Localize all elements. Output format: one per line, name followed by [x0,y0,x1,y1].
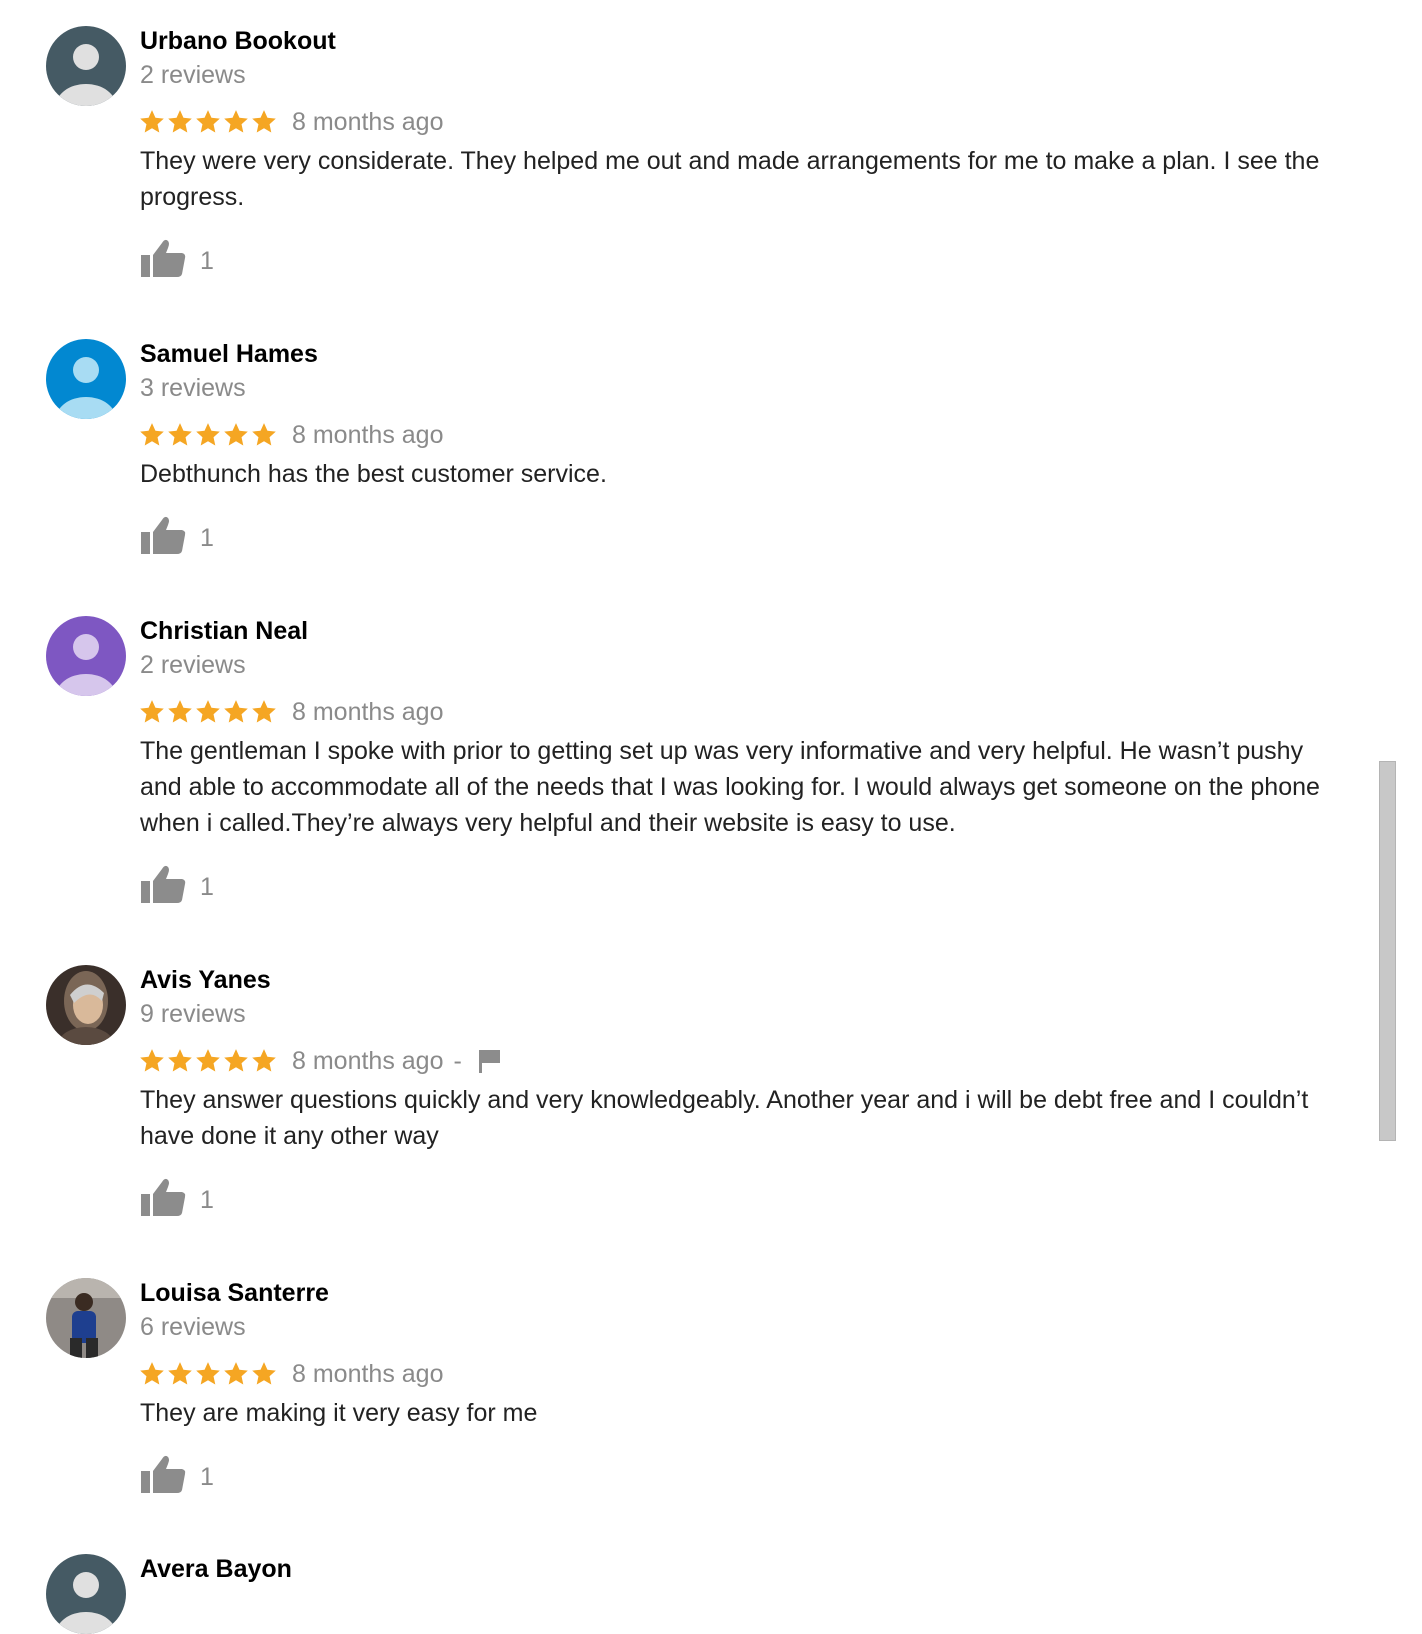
star-rating [138,1360,278,1388]
review-count[interactable]: 2 reviews [140,60,246,90]
scrollbar-thumb[interactable] [1379,761,1396,1141]
author-name[interactable]: Samuel Hames [140,339,318,369]
thumbs-up-icon [141,865,186,903]
rating-row: 8 months ago [138,1358,444,1390]
review-count[interactable]: 3 reviews [140,373,246,403]
author-name[interactable]: Avis Yanes [140,965,271,995]
star-icon [196,110,220,133]
star-icon [252,423,276,446]
default-avatar-icon [46,1554,126,1634]
review-text: Debthunch has the best customer service. [140,460,607,488]
star-icon [224,110,248,133]
star-icon [168,110,192,133]
thumbs-up-icon [141,1455,186,1493]
like-button[interactable]: 1 [140,514,214,558]
review-text: The gentleman I spoke with prior to gett… [140,737,1320,837]
default-avatar-icon [46,616,126,696]
star-rating [138,698,278,726]
star-icon [252,700,276,723]
review-date: 8 months ago [292,1360,444,1388]
review-count[interactable]: 2 reviews [140,650,246,680]
profile-photo [46,965,126,1045]
like-count: 1 [200,1186,214,1214]
avatar[interactable] [46,1278,126,1358]
star-icon [140,423,164,446]
star-icon [252,1049,276,1072]
like-button[interactable]: 1 [140,1453,214,1497]
author-name[interactable]: Avera Bayon [140,1554,292,1584]
star-icon [168,1362,192,1385]
review-count[interactable]: 9 reviews [140,999,246,1029]
default-avatar-icon [46,26,126,106]
star-rating [138,421,278,449]
rating-row: 8 months ago [138,106,444,138]
review-count[interactable]: 6 reviews [140,1312,246,1342]
star-icon [140,110,164,133]
review-date: 8 months ago [292,698,444,726]
separator: - [453,1047,462,1075]
star-icon [224,1362,248,1385]
review-text: They are making it very easy for me [140,1399,538,1427]
star-icon [224,1049,248,1072]
avatar[interactable] [46,616,126,696]
like-button[interactable]: 1 [140,237,214,281]
avatar[interactable] [46,1554,126,1634]
star-icon [196,700,220,723]
like-count: 1 [200,524,214,552]
default-avatar-icon [46,339,126,419]
review-text: They answer questions quickly and very k… [140,1086,1309,1150]
like-button[interactable]: 1 [140,1176,214,1220]
rating-row: 8 months ago [138,419,444,451]
star-icon [196,423,220,446]
author-name[interactable]: Christian Neal [140,616,308,646]
thumbs-up-icon [141,1178,186,1216]
rating-row: 8 months ago [138,696,444,728]
avatar[interactable] [46,26,126,106]
star-icon [140,1362,164,1385]
star-icon [196,1362,220,1385]
flag-icon[interactable] [476,1047,502,1075]
star-icon [224,700,248,723]
thumbs-up-icon [141,516,186,554]
avatar[interactable] [46,965,126,1045]
star-rating [138,1047,278,1075]
review-date: 8 months ago [292,421,444,449]
rating-row: 8 months ago - [138,1045,502,1077]
review-text: They were very considerate. They helped … [140,147,1320,211]
profile-photo [46,1278,126,1358]
star-icon [196,1049,220,1072]
star-icon [168,700,192,723]
star-icon [224,423,248,446]
author-name[interactable]: Urbano Bookout [140,26,336,56]
review-date: 8 months ago [292,108,444,136]
star-icon [140,700,164,723]
like-button[interactable]: 1 [140,863,214,907]
star-icon [168,1049,192,1072]
star-icon [168,423,192,446]
star-icon [252,110,276,133]
thumbs-up-icon [141,239,186,277]
like-count: 1 [200,1463,214,1491]
star-rating [138,108,278,136]
avatar[interactable] [46,339,126,419]
star-icon [252,1362,276,1385]
review-date: 8 months ago [292,1047,444,1075]
author-name[interactable]: Louisa Santerre [140,1278,329,1308]
star-icon [140,1049,164,1072]
like-count: 1 [200,873,214,901]
like-count: 1 [200,247,214,275]
